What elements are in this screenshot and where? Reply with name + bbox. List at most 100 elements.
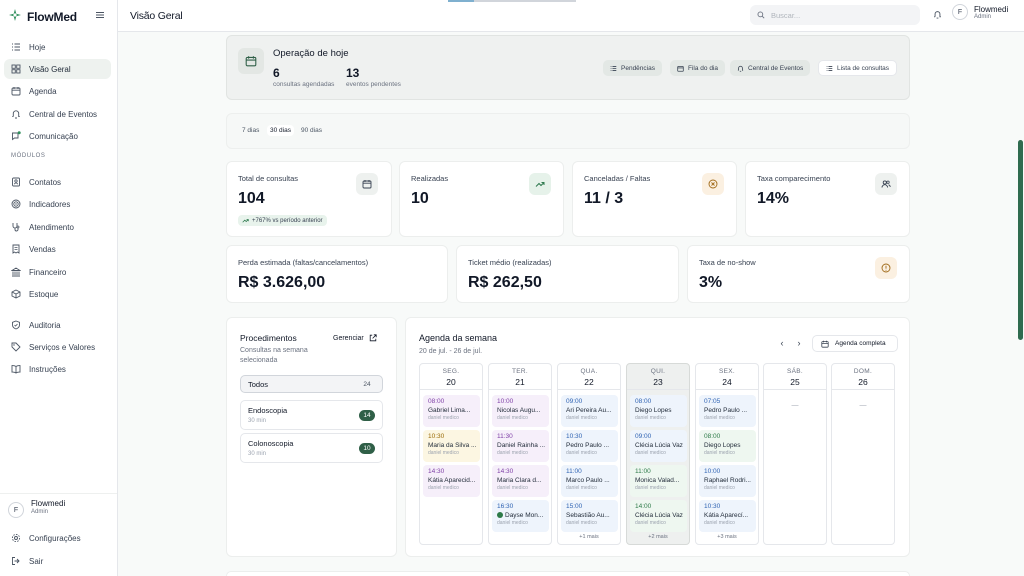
pendencias-button[interactable]: Pendências: [603, 60, 662, 76]
day-name: SÁB.: [786, 368, 803, 375]
lista-de-consultas-button[interactable]: Lista de consultas: [818, 60, 898, 76]
appointment-card[interactable]: 14:00 Clécia Lúcia Vaz daniel medico: [630, 500, 687, 532]
patient-name-text: Clécia Lúcia Vaz: [635, 512, 683, 519]
more-appointments-link[interactable]: +1 mais: [558, 534, 620, 540]
sidebar-item-indicadores[interactable]: Indicadores: [4, 194, 111, 214]
sidebar-item-visao-geral[interactable]: Visão Geral: [4, 59, 111, 79]
appointment-card[interactable]: 08:00 Gabriel Lima... daniel medico: [423, 395, 480, 427]
delta-badge: +767% vs período anterior: [238, 215, 327, 226]
list-icon: [12, 43, 20, 51]
appointment-card[interactable]: 16:30 Dayse Mon... daniel medico: [492, 500, 549, 532]
day-name: DOM.: [853, 368, 873, 375]
appointment-card[interactable]: 11:00 Marco Paulo ... daniel medico: [561, 465, 618, 497]
patient-name-text: Marco Paulo ...: [566, 477, 610, 484]
appointment-card[interactable]: 10:00 Nicolas Augu... daniel medico: [492, 395, 549, 427]
patient-name: Gabriel Lima...: [428, 406, 478, 415]
previous-week-chevron-left-icon[interactable]: ‹: [775, 336, 789, 350]
patient-name-text: Nicolas Augu...: [497, 407, 541, 414]
sidebar-item-hoje[interactable]: Hoje: [4, 37, 111, 57]
sidebar-item-label: Agenda: [29, 86, 57, 96]
next-week-chevron-right-icon[interactable]: ›: [792, 336, 806, 350]
appointment-card[interactable]: 09:00 Ari Pereira Au... daniel medico: [561, 395, 618, 427]
sidebar-item-label: Estoque: [29, 289, 59, 299]
period-7-dias[interactable]: 7 dias: [242, 127, 259, 134]
sidebar-user[interactable]: F Flowmedi Admin: [0, 493, 117, 523]
procedure-item-todos[interactable]: Todos 24: [240, 375, 383, 393]
patient-name: Kátia Aparecí...: [704, 511, 754, 520]
appointment-card[interactable]: 10:30 Pedro Paulo ... daniel medico: [561, 430, 618, 462]
appointment-card[interactable]: 10:00 Raphael Rodri... daniel medico: [699, 465, 756, 497]
procedure-count: 24: [363, 381, 371, 388]
avatar: F: [8, 502, 24, 518]
sidebar-item-comunicacao[interactable]: Comunicação: [4, 126, 111, 146]
sidebar-item-contatos[interactable]: Contatos: [4, 172, 111, 192]
manage-procedures-link[interactable]: Gerenciar: [333, 334, 377, 342]
search-box[interactable]: [750, 5, 920, 25]
operation-title: Operação de hoje: [273, 48, 349, 59]
flowmed-logo-icon: [8, 8, 22, 25]
agenda-day-column: QUA. 22 09:00 Ari Pereira Au... daniel medic…: [557, 363, 621, 545]
period-90-dias[interactable]: 90 dias: [301, 127, 322, 134]
brand[interactable]: FlowMed: [8, 8, 77, 25]
appointment-card[interactable]: 07:05 Pedro Paulo ... daniel medico: [699, 395, 756, 427]
day-number: 26: [858, 377, 868, 387]
sidebar-item-sair[interactable]: Sair: [4, 551, 111, 571]
stat-value: 3%: [699, 274, 723, 291]
agenda-day-column: SÁB. 25 —: [763, 363, 827, 545]
chat-icon: [12, 131, 21, 141]
avatar: F: [952, 4, 968, 20]
doctor-name: daniel medico: [428, 415, 459, 421]
appointment-time: 08:00: [635, 398, 652, 405]
procedure-count: 14: [359, 410, 375, 421]
grid-icon: [11, 64, 21, 74]
more-appointments-link[interactable]: +3 mais: [696, 534, 758, 540]
sidebar-item-configuracoes[interactable]: Configurações: [4, 528, 111, 548]
user-menu[interactable]: F Flowmedi Admin: [952, 4, 1008, 20]
menu-toggle-icon[interactable]: [95, 10, 105, 20]
sidebar-item-central-de-eventos[interactable]: Central de Eventos: [4, 104, 111, 124]
full-agenda-button[interactable]: Agenda completa: [812, 335, 898, 352]
appointment-card[interactable]: 09:00 Clécia Lúcia Vaz daniel medico: [630, 430, 687, 462]
divider: [832, 389, 894, 390]
button-label: Central de Eventos: [748, 64, 804, 72]
procedure-item-colonoscopia[interactable]: Colonoscopia 30 min 10: [240, 433, 383, 463]
doctor-name: daniel medico: [566, 485, 597, 491]
procedure-item-endoscopia[interactable]: Endoscopia 30 min 14: [240, 400, 383, 430]
scheduled-label: consultas agendadas: [273, 81, 335, 88]
appointment-card[interactable]: 10:30 Kátia Aparecí... daniel medico: [699, 500, 756, 532]
sidebar-item-agenda[interactable]: Agenda: [4, 81, 111, 101]
page-scrollbar[interactable]: [1018, 140, 1023, 340]
doctor-name: daniel medico: [704, 485, 735, 491]
doctor-name: daniel medico: [635, 450, 666, 456]
central-de-eventos-button[interactable]: Central de Eventos: [730, 60, 811, 76]
appointment-card[interactable]: 08:00 Diego Lopes daniel medico: [630, 395, 687, 427]
sidebar-item-servicos-e-valores[interactable]: Serviços e Valores: [4, 337, 111, 357]
stat-card-total-consultas: Total de consultas 104 +767% vs período …: [226, 161, 392, 237]
list-icon: [826, 65, 833, 71]
appointment-card[interactable]: 15:00 Sebastião Au... daniel medico: [561, 500, 618, 532]
patient-name-text: Diego Lopes: [704, 442, 741, 449]
sidebar-item-instrucoes[interactable]: Instruções: [4, 359, 111, 379]
divider: [489, 389, 551, 390]
appointment-card[interactable]: 10:30 Maria da Silva ... daniel medico: [423, 430, 480, 462]
sidebar-item-auditoria[interactable]: Auditoria: [4, 315, 111, 335]
appointment-card[interactable]: 11:00 Monica Valad... daniel medico: [630, 465, 687, 497]
appointment-card[interactable]: 08:00 Diego Lopes daniel medico: [699, 430, 756, 462]
users-icon: [875, 173, 897, 195]
appointment-card[interactable]: 14:30 Maria Clara d... daniel medico: [492, 465, 549, 497]
period-30-dias[interactable]: 30 dias: [267, 125, 294, 136]
appointment-card[interactable]: 14:30 Kátia Aparecid... daniel medico: [423, 465, 480, 497]
sidebar-item-vendas[interactable]: Vendas: [4, 239, 111, 259]
sidebar-item-estoque[interactable]: Estoque: [4, 284, 111, 304]
appointment-card[interactable]: 11:30 Daniel Rainha ... daniel medico: [492, 430, 549, 462]
notifications-bell-icon[interactable]: [933, 10, 942, 22]
fila-do-dia-button[interactable]: Fila do dia: [670, 60, 725, 76]
agenda-title: Agenda da semana: [419, 333, 498, 343]
sidebar-item-financeiro[interactable]: Financeiro: [4, 262, 111, 282]
link-label: Gerenciar: [333, 334, 364, 342]
sidebar-item-atendimento[interactable]: Atendimento: [4, 217, 111, 237]
more-appointments-link[interactable]: +2 mais: [627, 534, 689, 540]
search-input[interactable]: [771, 10, 911, 20]
loading-progress-bar: [448, 0, 576, 2]
appointment-time: 10:30: [704, 503, 721, 510]
